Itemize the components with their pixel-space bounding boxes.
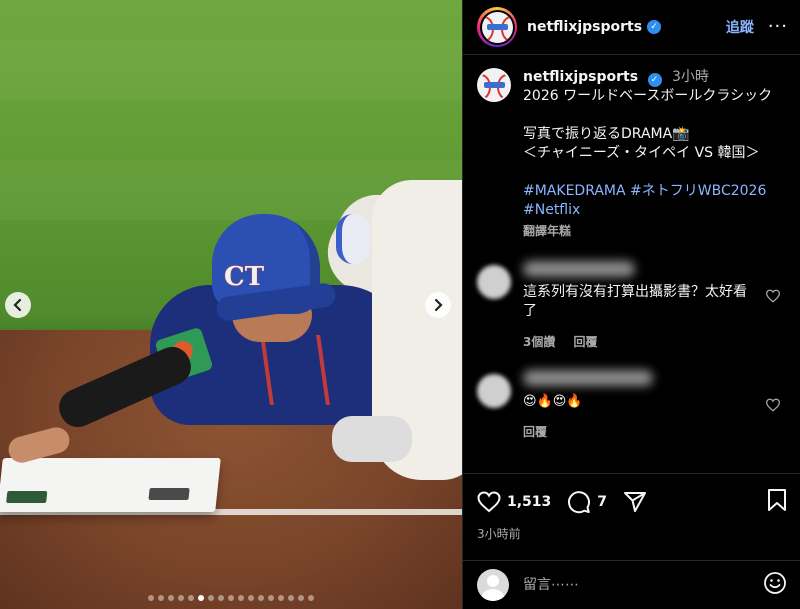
carousel-dot bbox=[178, 595, 184, 601]
action-row: 1,513 7 bbox=[477, 488, 787, 516]
comment-content: 😍🔥😍🔥 回覆 bbox=[523, 370, 755, 440]
carousel-dot bbox=[268, 595, 274, 601]
baseball-logo-icon bbox=[481, 11, 513, 43]
more-options-icon[interactable]: ··· bbox=[768, 18, 788, 36]
commenter-avatar[interactable] bbox=[477, 265, 511, 299]
fielder-glove bbox=[332, 416, 412, 462]
reply-button[interactable]: 回覆 bbox=[523, 425, 547, 439]
base-bag bbox=[0, 458, 221, 512]
add-comment-bar bbox=[463, 560, 800, 609]
heart-icon[interactable] bbox=[765, 398, 781, 412]
caption-text: netflixjpsports ✓ 3小時 2026 ワールドベースボールクラシ… bbox=[523, 68, 783, 241]
comment-text: 這系列有沒有打算出攝影書？太好看了 bbox=[523, 284, 747, 319]
prev-slide-button[interactable] bbox=[5, 292, 31, 318]
verified-badge-icon: ✓ bbox=[647, 20, 662, 34]
commenter-name-blurred bbox=[523, 370, 653, 386]
save-button[interactable] bbox=[767, 488, 787, 516]
base-logo bbox=[148, 488, 190, 500]
logo-band bbox=[484, 82, 505, 88]
comment-bubble-icon bbox=[568, 491, 591, 514]
comments-count[interactable]: 7 bbox=[597, 494, 607, 510]
heart-icon bbox=[477, 491, 501, 513]
likes-count[interactable]: 1,513 bbox=[507, 494, 551, 510]
fielder-shoe bbox=[336, 214, 370, 264]
carousel-dot bbox=[258, 595, 264, 601]
baseball-logo-icon bbox=[479, 70, 509, 100]
carousel-dot bbox=[168, 595, 174, 601]
profile-avatar[interactable] bbox=[477, 7, 517, 47]
carousel-dot bbox=[218, 595, 224, 601]
carousel-indicator bbox=[0, 595, 462, 601]
logo-band bbox=[486, 23, 508, 30]
grass-stripe bbox=[0, 40, 462, 100]
current-user-avatar bbox=[477, 569, 509, 601]
post-side-panel: netflixjpsports ✓ 追蹤 ··· netflixjpsports… bbox=[462, 0, 800, 609]
heart-icon[interactable] bbox=[765, 289, 781, 303]
post-timestamp: 3小時前 bbox=[477, 527, 521, 541]
comment-meta: 3個讚 回覆 bbox=[523, 333, 755, 350]
emoji-button[interactable] bbox=[763, 571, 787, 599]
caption-time: 3小時 bbox=[672, 69, 709, 85]
share-button[interactable] bbox=[623, 490, 647, 514]
avatar-ring-inner bbox=[479, 9, 515, 45]
base-logo bbox=[6, 491, 48, 503]
comment-meta: 回覆 bbox=[523, 423, 755, 440]
comment-likes-count[interactable]: 3個讚 bbox=[523, 335, 555, 349]
bookmark-icon bbox=[768, 489, 786, 511]
carousel-dot bbox=[148, 595, 154, 601]
caption-line: 2026 ワールドベースボールクラシック bbox=[523, 88, 773, 104]
carousel-dot bbox=[308, 595, 314, 601]
caption-row: netflixjpsports ✓ 3小時 2026 ワールドベースボールクラシ… bbox=[477, 68, 787, 241]
translate-link[interactable]: 翻譯年糕 bbox=[523, 222, 783, 241]
caption-line: ＜チャイニーズ・タイペイ VS 韓国＞ bbox=[523, 145, 760, 161]
commenter-avatar[interactable] bbox=[477, 374, 511, 408]
comment-button[interactable]: 7 bbox=[567, 490, 607, 514]
carousel-dot bbox=[238, 595, 244, 601]
carousel-dot bbox=[198, 595, 204, 601]
next-slide-button[interactable] bbox=[425, 292, 451, 318]
comment-item: 這系列有沒有打算出攝影書？太好看了 3個讚 回覆 bbox=[477, 261, 787, 350]
carousel-dot bbox=[288, 595, 294, 601]
hashtag-link[interactable]: #Netflix bbox=[523, 201, 783, 220]
hashtag-link[interactable]: #MAKEDRAMA #ネトフリWBC2026 bbox=[523, 182, 783, 201]
smiley-icon bbox=[764, 572, 786, 594]
carousel-dot bbox=[208, 595, 214, 601]
paper-plane-icon bbox=[624, 492, 647, 512]
post-photo[interactable]: CT bbox=[0, 0, 462, 609]
chevron-right-icon bbox=[434, 298, 443, 312]
chevron-left-icon bbox=[13, 298, 22, 312]
caption-username[interactable]: netflixjpsports bbox=[523, 69, 638, 85]
caption-avatar[interactable] bbox=[477, 68, 511, 102]
carousel-dot bbox=[158, 595, 164, 601]
comments-scroll-area[interactable]: netflixjpsports ✓ 3小時 2026 ワールドベースボールクラシ… bbox=[463, 56, 800, 472]
verified-badge-icon: ✓ bbox=[647, 73, 662, 87]
helmet-logo: CT bbox=[224, 262, 265, 292]
commenter-name-blurred bbox=[523, 261, 635, 277]
carousel-dot bbox=[188, 595, 194, 601]
header-username[interactable]: netflixjpsports bbox=[527, 19, 642, 35]
carousel-dot bbox=[278, 595, 284, 601]
carousel-dot bbox=[298, 595, 304, 601]
comment-input[interactable] bbox=[523, 577, 743, 593]
comment-text: 😍🔥😍🔥 bbox=[523, 394, 583, 409]
like-button[interactable]: 1,513 bbox=[477, 491, 551, 513]
reply-button[interactable]: 回覆 bbox=[574, 335, 598, 349]
comment-item: 😍🔥😍🔥 回覆 bbox=[477, 370, 787, 440]
caption-line: 写真で振り返るDRAMA📸 bbox=[523, 126, 690, 142]
post-header: netflixjpsports ✓ 追蹤 ··· bbox=[463, 0, 800, 55]
comment-content: 這系列有沒有打算出攝影書？太好看了 3個讚 回覆 bbox=[523, 261, 755, 350]
post-actions: 1,513 7 3小時前 bbox=[463, 473, 800, 542]
carousel-dot bbox=[248, 595, 254, 601]
carousel-dot bbox=[228, 595, 234, 601]
follow-button[interactable]: 追蹤 bbox=[726, 17, 754, 37]
jersey-collar bbox=[260, 335, 330, 405]
